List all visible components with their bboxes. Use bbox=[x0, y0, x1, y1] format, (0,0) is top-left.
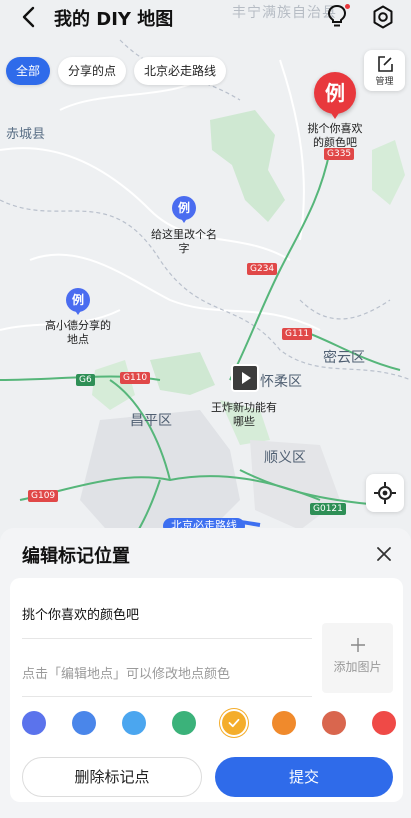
divider bbox=[22, 696, 312, 697]
color-swatch[interactable] bbox=[22, 711, 46, 735]
color-swatches bbox=[22, 711, 396, 735]
place-miyun: 密云区 bbox=[323, 350, 365, 366]
road-shield: G6 bbox=[76, 374, 95, 386]
add-photo-label: 添加图片 bbox=[333, 660, 382, 674]
marker-edit-card: 挑个你喜欢的颜色吧 点击「编辑地点」可以修改地点颜色 添加图片 删除标记点 提交 bbox=[10, 578, 403, 802]
page-title: 我的 DIY 地图 bbox=[54, 9, 174, 30]
edit-icon bbox=[377, 56, 393, 72]
road-shield: G234 bbox=[247, 263, 278, 275]
blue-pin-2-label[interactable]: 高小德分享的地点 bbox=[45, 319, 111, 347]
video-pin-label[interactable]: 王炸新功能有哪些 bbox=[211, 401, 277, 429]
submit-button[interactable]: 提交 bbox=[215, 757, 393, 797]
manage-label: 管理 bbox=[375, 77, 394, 87]
color-swatch-selected[interactable] bbox=[222, 711, 246, 735]
top-bar: 我的 DIY 地图 丰宁满族自治县 bbox=[0, 0, 411, 34]
color-swatch[interactable] bbox=[172, 711, 196, 735]
color-swatch[interactable] bbox=[322, 711, 346, 735]
plus-icon bbox=[350, 638, 365, 652]
back-arrow-icon[interactable] bbox=[18, 5, 42, 29]
place-changping: 昌平区 bbox=[130, 413, 172, 429]
marker-name-field[interactable]: 挑个你喜欢的颜色吧 bbox=[22, 604, 139, 623]
filter-chips: 全部 分享的点 北京必走路线 bbox=[6, 57, 227, 85]
checkmark-icon bbox=[228, 718, 240, 728]
place-chicheng: 赤城县 bbox=[6, 127, 46, 142]
red-map-pin[interactable]: 例 bbox=[314, 72, 356, 119]
road-shield: G0121 bbox=[310, 503, 346, 515]
filter-chip-shared[interactable]: 分享的点 bbox=[58, 57, 127, 85]
notification-dot bbox=[345, 4, 350, 9]
color-swatch[interactable] bbox=[122, 711, 146, 735]
filter-chip-beijing-route[interactable]: 北京必走路线 bbox=[134, 57, 227, 85]
close-icon[interactable] bbox=[375, 545, 393, 563]
blue-pin-1-label[interactable]: 给这里改个名字 bbox=[150, 228, 218, 256]
place-huairou: 怀柔区 bbox=[260, 374, 302, 390]
locate-button[interactable] bbox=[366, 474, 404, 512]
filter-chip-all[interactable]: 全部 bbox=[6, 57, 51, 85]
delete-marker-button[interactable]: 删除标记点 bbox=[22, 757, 202, 797]
video-play-icon[interactable] bbox=[231, 364, 259, 392]
color-swatch[interactable] bbox=[272, 711, 296, 735]
locate-icon bbox=[374, 482, 396, 504]
add-photo-button[interactable]: 添加图片 bbox=[322, 623, 393, 693]
place-fengning: 丰宁满族自治县 bbox=[232, 5, 337, 21]
place-shunyi: 顺义区 bbox=[264, 450, 306, 466]
color-swatch[interactable] bbox=[372, 711, 396, 735]
color-swatch[interactable] bbox=[72, 711, 96, 735]
divider bbox=[22, 638, 312, 639]
blue-map-pin-2[interactable]: 例 bbox=[66, 288, 90, 315]
marker-hint-field[interactable]: 点击「编辑地点」可以修改地点颜色 bbox=[22, 663, 230, 682]
sheet-title: 编辑标记位置 bbox=[22, 546, 130, 567]
road-shield: G111 bbox=[282, 328, 313, 340]
blue-map-pin-1[interactable]: 例 bbox=[172, 196, 196, 223]
manage-button[interactable]: 管理 bbox=[364, 50, 405, 91]
road-shield: G335 bbox=[324, 148, 355, 160]
settings-gear-icon[interactable] bbox=[371, 5, 395, 29]
edit-marker-sheet: 编辑标记位置 挑个你喜欢的颜色吧 点击「编辑地点」可以修改地点颜色 添加图片 删… bbox=[0, 528, 411, 818]
road-shield: G109 bbox=[28, 490, 59, 502]
road-shield: G110 bbox=[120, 372, 151, 384]
red-pin-label[interactable]: 挑个你喜欢的颜色吧 bbox=[305, 122, 365, 150]
